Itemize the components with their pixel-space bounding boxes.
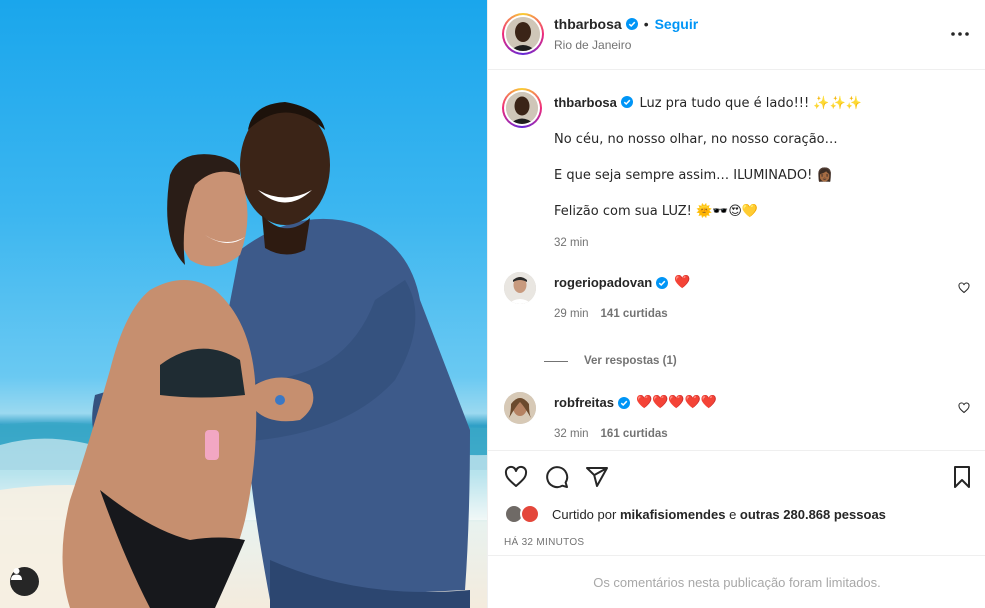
view-replies-label: Ver respostas (1)	[584, 355, 677, 367]
caption-line-4: Felizão com sua LUZ! 🌞🕶️😍💛	[554, 204, 759, 219]
comment-likes-count[interactable]: 161 curtidas	[601, 428, 668, 440]
share-paper-plane-icon[interactable]	[585, 465, 609, 489]
comment-like-heart-icon[interactable]	[958, 282, 970, 294]
verified-badge-icon	[617, 396, 630, 409]
separator-dot: •	[643, 16, 649, 32]
post-photo[interactable]	[0, 0, 487, 608]
comment-bubble-icon[interactable]	[545, 465, 569, 489]
comment-time: 29 min	[554, 308, 589, 320]
post-time-ago[interactable]: HÁ 32 MINUTOS	[504, 537, 584, 548]
liked-by-summary: Curtido por mikafisiomendes e outras 280…	[504, 503, 886, 525]
save-bookmark-icon[interactable]	[950, 465, 974, 489]
tagged-users-button[interactable]	[10, 567, 39, 596]
commenter-username[interactable]: rogeriopadovan	[554, 275, 652, 290]
comments-limited-notice: Os comentários nesta publicação foram li…	[488, 555, 985, 608]
user-icon	[11, 568, 22, 580]
commenter-username[interactable]: robfreitas	[554, 395, 614, 410]
comment-meta: 32 min 161 curtidas	[554, 428, 668, 440]
verified-badge-icon	[625, 18, 638, 30]
comment-like-heart-icon[interactable]	[958, 402, 970, 414]
comment-likes-count[interactable]: 141 curtidas	[601, 308, 668, 320]
view-replies-button[interactable]: Ver respostas (1)	[544, 355, 677, 367]
like-heart-icon[interactable]	[504, 465, 528, 489]
commenter-avatar[interactable]	[504, 272, 536, 304]
liked-by-avatars[interactable]	[504, 504, 542, 524]
liker-avatar	[520, 504, 540, 524]
comment-item: rogeriopadovan ❤️ 29 min 141 curtidas	[504, 270, 970, 330]
post-actions-bar	[488, 450, 985, 500]
comments-section: thbarbosa Luz pra tudo que é lado!!! ✨✨✨…	[488, 70, 985, 450]
caption-line-1: Luz pra tudo que é lado!!! ✨✨✨	[639, 96, 862, 111]
post-panel: thbarbosa • Seguir Rio de Janeiro thbarb…	[487, 0, 985, 608]
more-options-button[interactable]	[950, 24, 970, 44]
caption-line-3: E que seja sempre assim… ILUMINADO! 👩🏾	[554, 168, 833, 183]
comment-time: 32 min	[554, 428, 589, 440]
more-options-icon	[951, 32, 969, 36]
liked-by-prefix: Curtido por	[552, 506, 617, 522]
post-header: thbarbosa • Seguir Rio de Janeiro	[488, 0, 985, 70]
replies-divider	[544, 360, 568, 362]
liked-by-others[interactable]: outras 280.868 pessoas	[740, 507, 886, 522]
beach-couple-image	[0, 102, 487, 608]
verified-badge-icon	[656, 276, 669, 289]
comment-text: ❤️	[674, 275, 691, 290]
author-avatar[interactable]	[502, 13, 544, 55]
caption-username[interactable]: thbarbosa	[554, 95, 617, 110]
commenter-avatar[interactable]	[504, 392, 536, 424]
caption-line-2: No céu, no nosso olhar, no nosso coração…	[554, 132, 838, 147]
author-username[interactable]: thbarbosa	[554, 16, 622, 32]
comment-meta: 29 min 141 curtidas	[554, 308, 668, 320]
liked-by-middle: e	[729, 506, 737, 522]
post-location[interactable]: Rio de Janeiro	[554, 38, 631, 52]
verified-badge-icon	[620, 96, 633, 108]
follow-button[interactable]: Seguir	[655, 16, 699, 32]
caption-time: 32 min	[554, 237, 589, 249]
comment-text: ❤️❤️❤️❤️❤️	[635, 395, 717, 410]
caption: thbarbosa Luz pra tudo que é lado!!! ✨✨✨…	[502, 88, 970, 258]
caption-author-avatar[interactable]	[502, 88, 542, 128]
liked-by-user[interactable]: mikafisiomendes	[620, 507, 726, 522]
comment-item: robfreitas ❤️❤️❤️❤️❤️ 32 min 161 curtidas	[504, 390, 970, 450]
